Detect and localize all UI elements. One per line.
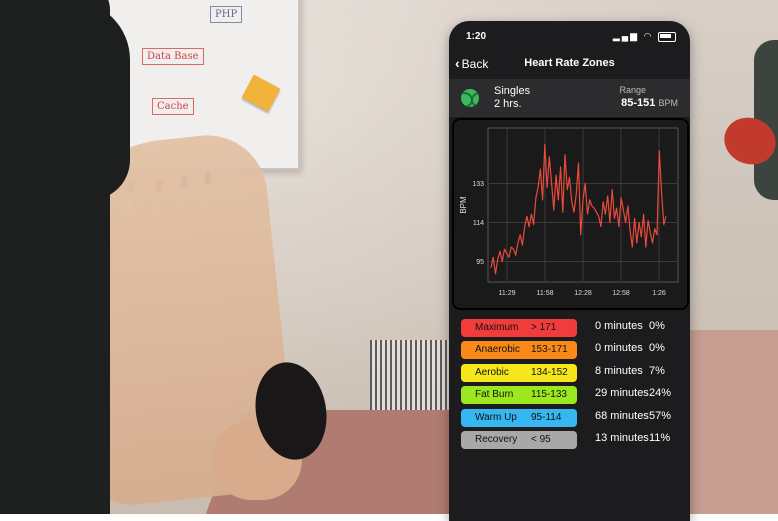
y-tick-label: 114 bbox=[473, 220, 484, 227]
chart-canvas: 11:29 11:58 12:28 12:58 1:26 95 114 133 BPM bbox=[459, 127, 679, 297]
status-bar: 1:20 ▂▄▆ ◠ bbox=[449, 21, 690, 49]
zone-minutes: 0 minutes bbox=[595, 320, 643, 332]
tennis-ball-icon bbox=[461, 89, 479, 107]
heart-rate-chart: 11:29 11:58 12:28 12:58 1:26 95 114 133 BPM bbox=[452, 118, 689, 310]
zone-minutes: 0 minutes bbox=[595, 342, 643, 355]
zone-badge: Maximum > 171 bbox=[461, 319, 577, 337]
zone-badge: Recovery < 95 bbox=[461, 431, 577, 449]
zone-row: Warm Up 95-114 68 minutes 57% bbox=[449, 407, 690, 429]
zone-row: Recovery < 95 13 minutes 11% bbox=[449, 429, 690, 451]
zone-name: Fat Burn bbox=[475, 389, 514, 401]
player-shirt bbox=[0, 0, 130, 200]
zone-badge: Aerobic 134-152 bbox=[461, 363, 577, 382]
zone-badge: Anaerobic 153-171 bbox=[461, 341, 577, 360]
wifi-icon: ◠ bbox=[643, 31, 654, 41]
zone-minutes: 68 minutes bbox=[595, 409, 649, 422]
zone-name: Recovery bbox=[475, 434, 518, 445]
activity-summary[interactable]: Singles 2 hrs. Range 85-151 BPM bbox=[449, 79, 690, 117]
status-icons: ▂▄▆ ◠ bbox=[613, 31, 676, 42]
page-title: Heart Rate Zones bbox=[524, 57, 615, 69]
x-tick-label: 1:26 bbox=[652, 290, 666, 297]
x-tick-label: 11:29 bbox=[499, 290, 516, 297]
zone-range: 153-171 bbox=[531, 344, 568, 356]
range-unit: BPM bbox=[658, 98, 678, 108]
zone-minutes: 13 minutes bbox=[595, 432, 649, 444]
zone-range: 95-114 bbox=[531, 411, 562, 423]
whiteboard-note: Data Base bbox=[142, 48, 204, 65]
zone-percent: 24% bbox=[649, 387, 672, 400]
zone-name: Warm Up bbox=[475, 411, 517, 423]
x-tick-label: 11:58 bbox=[537, 290, 554, 297]
activity-name: Singles bbox=[494, 85, 531, 97]
zone-percent: 0% bbox=[649, 320, 665, 332]
zone-percent: 11% bbox=[649, 432, 671, 444]
range-label: Range bbox=[619, 85, 646, 95]
phone-screen: 1:20 ▂▄▆ ◠ ‹ Back Heart Rate Zones Single… bbox=[449, 21, 690, 521]
zone-row: Anaerobic 153-171 0 minutes 0% bbox=[449, 339, 690, 361]
zone-row: Fat Burn 115-133 29 minutes 24% bbox=[449, 384, 690, 406]
range-number: 85-151 bbox=[621, 97, 656, 109]
x-tick-label: 12:28 bbox=[574, 290, 592, 297]
zone-row: Aerobic 134-152 8 minutes 7% bbox=[449, 362, 690, 384]
zone-range: 115-133 bbox=[531, 389, 567, 401]
range-value: 85-151 BPM bbox=[621, 97, 678, 109]
zone-name: Maximum bbox=[475, 322, 519, 333]
signal-icon: ▂▄▆ bbox=[612, 31, 640, 41]
zone-percent: 0% bbox=[649, 342, 665, 355]
y-tick-label: 133 bbox=[472, 181, 484, 188]
y-tick-label: 95 bbox=[476, 259, 484, 266]
zone-name: Aerobic bbox=[475, 366, 509, 378]
zone-name: Anaerobic bbox=[475, 344, 521, 356]
zone-minutes: 29 minutes bbox=[595, 387, 649, 400]
nav-bar: ‹ Back Heart Rate Zones bbox=[449, 49, 690, 77]
zone-percent: 57% bbox=[649, 409, 672, 422]
zone-badge: Warm Up 95-114 bbox=[461, 408, 577, 427]
zone-range: < 95 bbox=[531, 434, 551, 445]
zone-row: Maximum > 171 0 minutes 0% bbox=[449, 317, 690, 339]
table-net bbox=[370, 340, 450, 410]
zone-badge: Fat Burn 115-133 bbox=[461, 386, 577, 405]
battery-icon bbox=[658, 31, 676, 42]
whiteboard-note: PHP bbox=[210, 6, 243, 23]
whiteboard-note: Cache bbox=[152, 98, 194, 115]
activity-duration: 2 hrs. bbox=[494, 98, 522, 110]
zone-percent: 7% bbox=[649, 364, 665, 377]
zone-minutes: 8 minutes bbox=[595, 364, 643, 377]
x-tick-label: 12:58 bbox=[612, 290, 630, 297]
zone-range: > 171 bbox=[531, 322, 557, 333]
status-time: 1:20 bbox=[466, 31, 487, 42]
y-axis-label: BPM bbox=[459, 196, 468, 214]
zone-range: 134-152 bbox=[531, 366, 568, 378]
table-tennis-table-far bbox=[690, 330, 778, 514]
